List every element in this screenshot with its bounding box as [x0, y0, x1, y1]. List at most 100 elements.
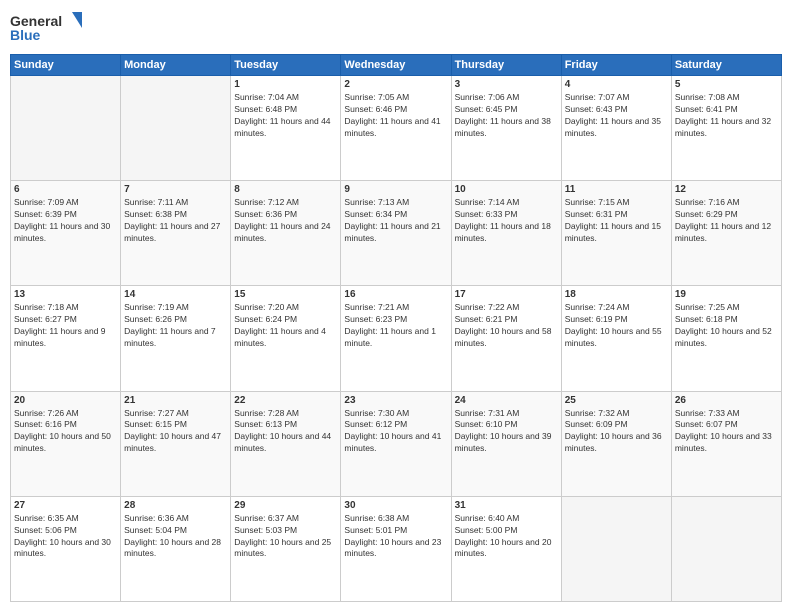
day-number: 25	[565, 395, 668, 406]
day-info: Sunrise: 7:32 AM Sunset: 6:09 PM Dayligh…	[565, 408, 668, 456]
logo: General Blue	[10, 10, 90, 46]
week-row-4: 20Sunrise: 7:26 AM Sunset: 6:16 PM Dayli…	[11, 391, 782, 496]
day-info: Sunrise: 7:13 AM Sunset: 6:34 PM Dayligh…	[344, 197, 447, 245]
day-number: 6	[14, 184, 117, 195]
day-info: Sunrise: 7:33 AM Sunset: 6:07 PM Dayligh…	[675, 408, 778, 456]
day-info: Sunrise: 7:18 AM Sunset: 6:27 PM Dayligh…	[14, 302, 117, 350]
day-number: 26	[675, 395, 778, 406]
calendar-cell: 28 Sunrise: 6:36 AM Sunset: 5:04 PM Dayli…	[121, 496, 231, 601]
calendar-cell: 19Sunrise: 7:25 AM Sunset: 6:18 PM Dayli…	[671, 286, 781, 391]
calendar-cell: 13 Sunrise: 7:18 AM Sunset: 6:27 PM Dayli…	[11, 286, 121, 391]
day-number: 5	[675, 79, 778, 90]
calendar-cell: 30 Sunrise: 6:38 AM Sunset: 5:01 PM Dayli…	[341, 496, 451, 601]
header-row: SundayMondayTuesdayWednesdayThursdayFrid…	[11, 55, 782, 76]
calendar-cell: 2 Sunrise: 7:05 AM Sunset: 6:46 PM Daylig…	[341, 76, 451, 181]
day-header-wednesday: Wednesday	[341, 55, 451, 76]
day-number: 28	[124, 500, 227, 511]
day-number: 3	[455, 79, 558, 90]
calendar-cell: 26 Sunrise: 7:33 AM Sunset: 6:07 PM Dayli…	[671, 391, 781, 496]
day-number: 2	[344, 79, 447, 90]
calendar-cell: 17 Sunrise: 7:22 AM Sunset: 6:21 PM Dayli…	[451, 286, 561, 391]
calendar-cell: 24 Sunrise: 7:31 AM Sunset: 6:10 PM Dayli…	[451, 391, 561, 496]
calendar-cell: 25 Sunrise: 7:32 AM Sunset: 6:09 PM Dayli…	[561, 391, 671, 496]
day-info: Sunrise: 6:35 AM Sunset: 5:06 PM Dayligh…	[14, 513, 117, 561]
day-info: Sunrise: 7:11 AM Sunset: 6:38 PM Dayligh…	[124, 197, 227, 245]
week-row-2: 6 Sunrise: 7:09 AM Sunset: 6:39 PM Daylig…	[11, 181, 782, 286]
calendar-cell: 11 Sunrise: 7:15 AM Sunset: 6:31 PM Dayli…	[561, 181, 671, 286]
day-info: Sunrise: 7:06 AM Sunset: 6:45 PM Dayligh…	[455, 92, 558, 140]
calendar-cell: 9 Sunrise: 7:13 AM Sunset: 6:34 PM Daylig…	[341, 181, 451, 286]
day-info: Sunrise: 6:36 AM Sunset: 5:04 PM Dayligh…	[124, 513, 227, 561]
day-info: Sunrise: 7:22 AM Sunset: 6:21 PM Dayligh…	[455, 302, 558, 350]
calendar-cell: 18 Sunrise: 7:24 AM Sunset: 6:19 PM Dayli…	[561, 286, 671, 391]
day-info: Sunrise: 7:07 AM Sunset: 6:43 PM Dayligh…	[565, 92, 668, 140]
day-number: 4	[565, 79, 668, 90]
calendar-cell: 15 Sunrise: 7:20 AM Sunset: 6:24 PM Dayli…	[231, 286, 341, 391]
calendar-cell: 3 Sunrise: 7:06 AM Sunset: 6:45 PM Daylig…	[451, 76, 561, 181]
day-info: Sunrise: 6:38 AM Sunset: 5:01 PM Dayligh…	[344, 513, 447, 561]
day-info: Sunrise: 7:27 AM Sunset: 6:15 PM Dayligh…	[124, 408, 227, 456]
day-header-monday: Monday	[121, 55, 231, 76]
calendar-cell: 7Sunrise: 7:11 AM Sunset: 6:38 PM Daylig…	[121, 181, 231, 286]
day-header-thursday: Thursday	[451, 55, 561, 76]
calendar-cell: 12 Sunrise: 7:16 AM Sunset: 6:29 PM Dayli…	[671, 181, 781, 286]
day-number: 31	[455, 500, 558, 511]
calendar-cell: 10Sunrise: 7:14 AM Sunset: 6:33 PM Dayli…	[451, 181, 561, 286]
calendar-cell: 5 Sunrise: 7:08 AM Sunset: 6:41 PM Daylig…	[671, 76, 781, 181]
day-info: Sunrise: 7:16 AM Sunset: 6:29 PM Dayligh…	[675, 197, 778, 245]
day-number: 12	[675, 184, 778, 195]
calendar-page: General Blue SundayMondayTuesdayWednesda…	[0, 0, 792, 612]
calendar-cell: 6 Sunrise: 7:09 AM Sunset: 6:39 PM Daylig…	[11, 181, 121, 286]
day-header-sunday: Sunday	[11, 55, 121, 76]
calendar-cell: 1 Sunrise: 7:04 AM Sunset: 6:48 PM Daylig…	[231, 76, 341, 181]
calendar-cell: 8 Sunrise: 7:12 AM Sunset: 6:36 PM Daylig…	[231, 181, 341, 286]
day-number: 15	[234, 289, 337, 300]
header: General Blue	[10, 10, 782, 46]
logo-svg: General Blue	[10, 10, 90, 46]
day-number: 9	[344, 184, 447, 195]
day-info: Sunrise: 7:12 AM Sunset: 6:36 PM Dayligh…	[234, 197, 337, 245]
day-number: 11	[565, 184, 668, 195]
day-info: Sunrise: 7:15 AM Sunset: 6:31 PM Dayligh…	[565, 197, 668, 245]
day-number: 24	[455, 395, 558, 406]
day-number: 13	[14, 289, 117, 300]
day-info: Sunrise: 7:08 AM Sunset: 6:41 PM Dayligh…	[675, 92, 778, 140]
day-number: 23	[344, 395, 447, 406]
svg-text:Blue: Blue	[10, 27, 41, 43]
calendar-cell	[671, 496, 781, 601]
week-row-5: 27 Sunrise: 6:35 AM Sunset: 5:06 PM Dayli…	[11, 496, 782, 601]
day-number: 20	[14, 395, 117, 406]
day-number: 30	[344, 500, 447, 511]
day-info: Sunrise: 7:31 AM Sunset: 6:10 PM Dayligh…	[455, 408, 558, 456]
day-number: 14	[124, 289, 227, 300]
day-number: 18	[565, 289, 668, 300]
day-info: Sunrise: 7:09 AM Sunset: 6:39 PM Dayligh…	[14, 197, 117, 245]
day-number: 1	[234, 79, 337, 90]
day-info: Sunrise: 7:20 AM Sunset: 6:24 PM Dayligh…	[234, 302, 337, 350]
calendar-cell: 4 Sunrise: 7:07 AM Sunset: 6:43 PM Daylig…	[561, 76, 671, 181]
day-header-friday: Friday	[561, 55, 671, 76]
calendar-cell: 16Sunrise: 7:21 AM Sunset: 6:23 PM Dayli…	[341, 286, 451, 391]
calendar-cell	[121, 76, 231, 181]
day-number: 10	[455, 184, 558, 195]
day-number: 27	[14, 500, 117, 511]
calendar-cell: 31 Sunrise: 6:40 AM Sunset: 5:00 PM Dayli…	[451, 496, 561, 601]
calendar-cell	[11, 76, 121, 181]
day-number: 8	[234, 184, 337, 195]
day-header-saturday: Saturday	[671, 55, 781, 76]
day-number: 29	[234, 500, 337, 511]
calendar-cell: 20Sunrise: 7:26 AM Sunset: 6:16 PM Dayli…	[11, 391, 121, 496]
calendar-cell: 14 Sunrise: 7:19 AM Sunset: 6:26 PM Dayli…	[121, 286, 231, 391]
day-info: Sunrise: 7:24 AM Sunset: 6:19 PM Dayligh…	[565, 302, 668, 350]
day-info: Sunrise: 7:05 AM Sunset: 6:46 PM Dayligh…	[344, 92, 447, 140]
day-info: Sunrise: 6:40 AM Sunset: 5:00 PM Dayligh…	[455, 513, 558, 561]
day-number: 16	[344, 289, 447, 300]
calendar-cell: 27 Sunrise: 6:35 AM Sunset: 5:06 PM Dayli…	[11, 496, 121, 601]
day-number: 21	[124, 395, 227, 406]
day-number: 17	[455, 289, 558, 300]
day-info: Sunrise: 7:19 AM Sunset: 6:26 PM Dayligh…	[124, 302, 227, 350]
day-number: 19	[675, 289, 778, 300]
day-info: Sunrise: 7:04 AM Sunset: 6:48 PM Dayligh…	[234, 92, 337, 140]
day-header-tuesday: Tuesday	[231, 55, 341, 76]
calendar-cell: 29Sunrise: 6:37 AM Sunset: 5:03 PM Dayli…	[231, 496, 341, 601]
